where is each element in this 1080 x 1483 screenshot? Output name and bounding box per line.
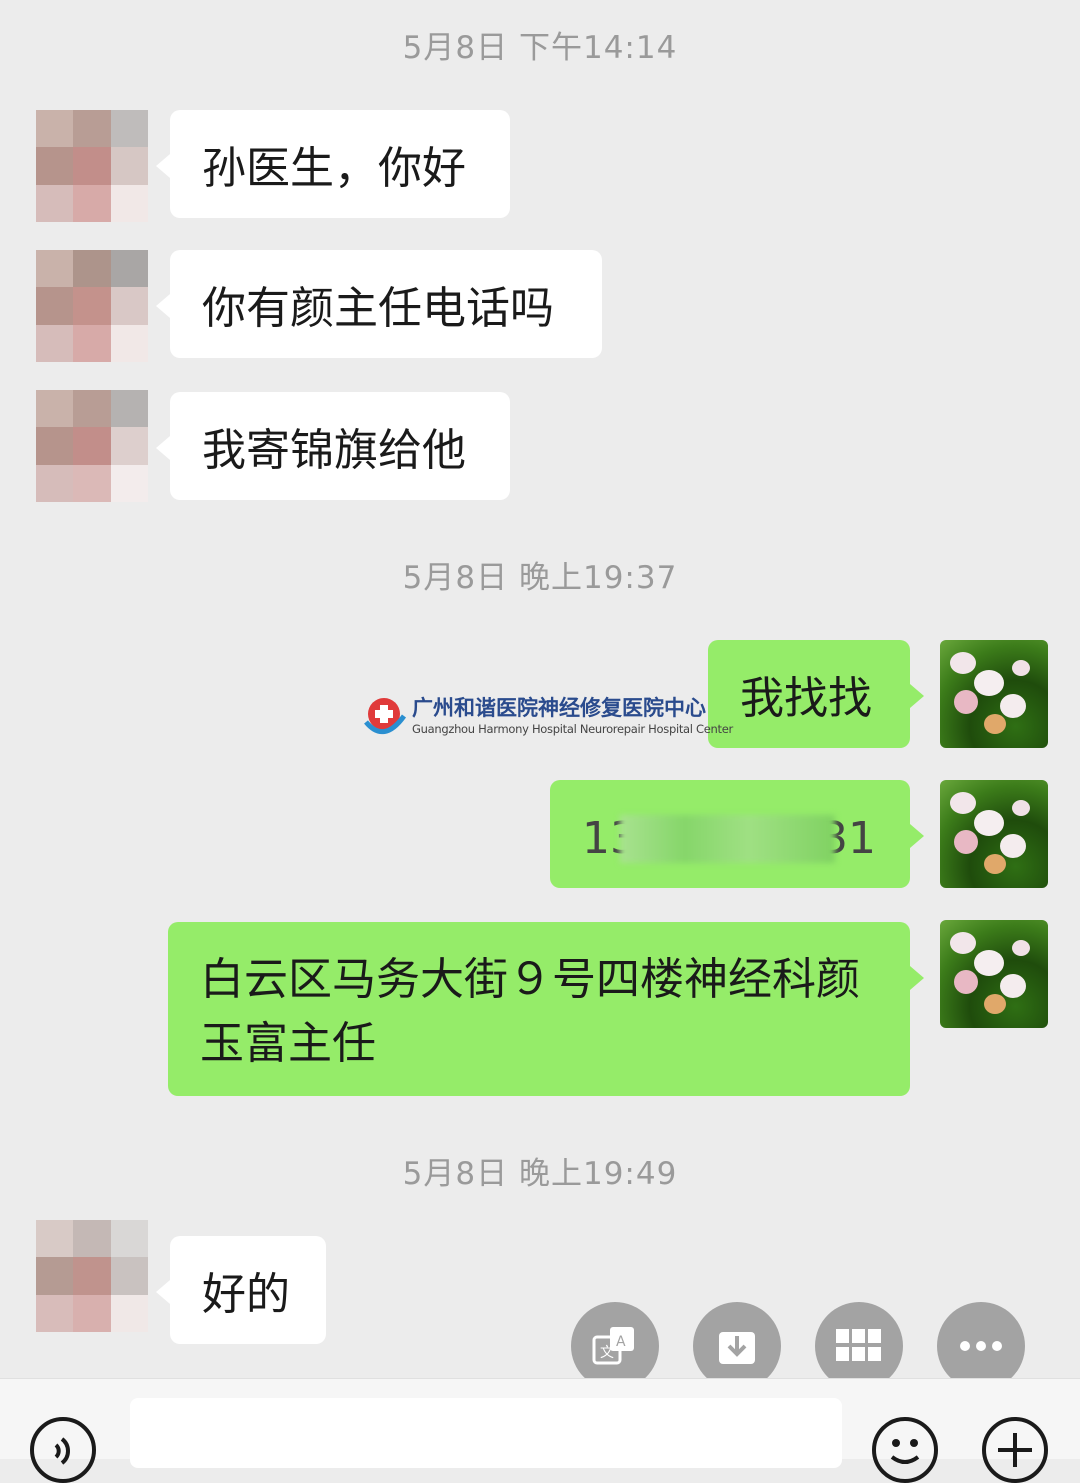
message-text: 玉富主任 bbox=[200, 1018, 376, 1069]
hospital-watermark: 广州和谐医院神经修复医院中心 Guangzhou Harmony Hospita… bbox=[358, 690, 733, 746]
save-button[interactable] bbox=[693, 1302, 781, 1390]
contact-avatar[interactable] bbox=[36, 1220, 148, 1332]
user-avatar[interactable] bbox=[940, 780, 1048, 888]
redaction-blur bbox=[620, 815, 835, 863]
emoji-icon[interactable] bbox=[872, 1417, 938, 1483]
incoming-message[interactable]: 你有颜主任电话吗 bbox=[156, 250, 602, 358]
watermark-en: Guangzhou Harmony Hospital Neurorepair H… bbox=[412, 722, 733, 736]
user-avatar[interactable] bbox=[940, 640, 1048, 748]
download-icon bbox=[719, 1332, 755, 1364]
message-text: 你有颜主任电话吗 bbox=[202, 283, 554, 334]
contact-avatar[interactable] bbox=[36, 390, 148, 502]
user-avatar[interactable] bbox=[940, 920, 1048, 1028]
translate-icon: 文 A bbox=[592, 1327, 634, 1365]
apps-button[interactable] bbox=[815, 1302, 903, 1390]
contact-avatar[interactable] bbox=[36, 250, 148, 362]
message-text: 孙医生，你好 bbox=[202, 143, 466, 194]
incoming-message[interactable]: 孙医生，你好 bbox=[156, 110, 510, 218]
message-text: 白云区马务大街９号四楼神经科颜 bbox=[200, 954, 860, 1005]
incoming-message[interactable]: 我寄锦旗给他 bbox=[156, 392, 510, 500]
message-text: 我寄锦旗给他 bbox=[202, 425, 466, 476]
timestamp: 5月8日 下午14:14 bbox=[402, 30, 678, 66]
outgoing-message[interactable]: 白云区马务大街９号四楼神经科颜 玉富主任 bbox=[168, 922, 924, 1096]
timestamp: 5月8日 晚上19:37 bbox=[402, 560, 678, 596]
svg-text:文: 文 bbox=[600, 1345, 614, 1361]
svg-text:A: A bbox=[616, 1334, 626, 1350]
incoming-message[interactable]: 好的 bbox=[156, 1236, 326, 1344]
hospital-logo-icon bbox=[364, 698, 407, 734]
outgoing-message[interactable]: 我找找 bbox=[708, 640, 924, 748]
more-button[interactable] bbox=[937, 1302, 1025, 1390]
voice-icon[interactable] bbox=[30, 1417, 96, 1483]
watermark-cn: 广州和谐医院神经修复医院中心 bbox=[412, 696, 706, 720]
plus-icon[interactable] bbox=[982, 1417, 1048, 1483]
more-icon bbox=[960, 1341, 1002, 1351]
message-text: 我找找 bbox=[740, 673, 872, 724]
grid-icon bbox=[836, 1329, 881, 1361]
message-text: 好的 bbox=[202, 1269, 290, 1320]
contact-avatar[interactable] bbox=[36, 110, 148, 222]
timestamp: 5月8日 晚上19:49 bbox=[402, 1156, 678, 1192]
translate-button[interactable]: 文 A bbox=[571, 1302, 659, 1390]
